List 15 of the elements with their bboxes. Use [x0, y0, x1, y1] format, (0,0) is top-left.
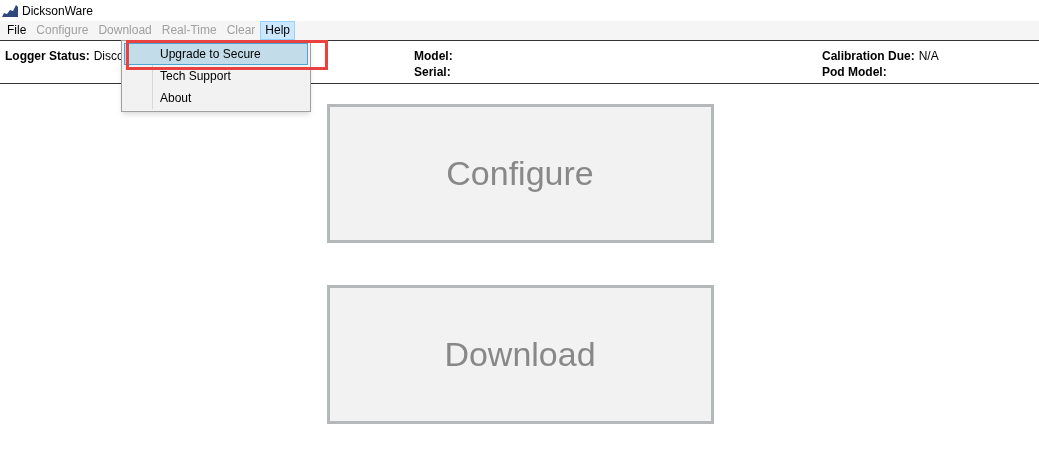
dropdown-item[interactable]: About: [124, 87, 308, 109]
field-label: Model:: [414, 48, 453, 64]
window-title: DicksonWare: [22, 2, 93, 20]
action-button[interactable]: Configure: [326, 104, 714, 243]
dropdown-item[interactable]: Tech Support: [124, 65, 308, 87]
field-label: Serial:: [414, 64, 451, 80]
field-label: Calibration Due:: [822, 48, 915, 64]
field-label: Logger Status:: [5, 48, 90, 64]
dropdown-item[interactable]: Upgrade to Secure: [124, 43, 308, 65]
action-button[interactable]: Download: [326, 285, 714, 424]
field-label: Pod Model:: [822, 64, 887, 80]
menu-item[interactable]: File: [2, 21, 32, 40]
menu-item[interactable]: Help: [260, 21, 296, 40]
app-logo-icon: [2, 4, 18, 17]
field-value: N/A: [918, 48, 939, 64]
